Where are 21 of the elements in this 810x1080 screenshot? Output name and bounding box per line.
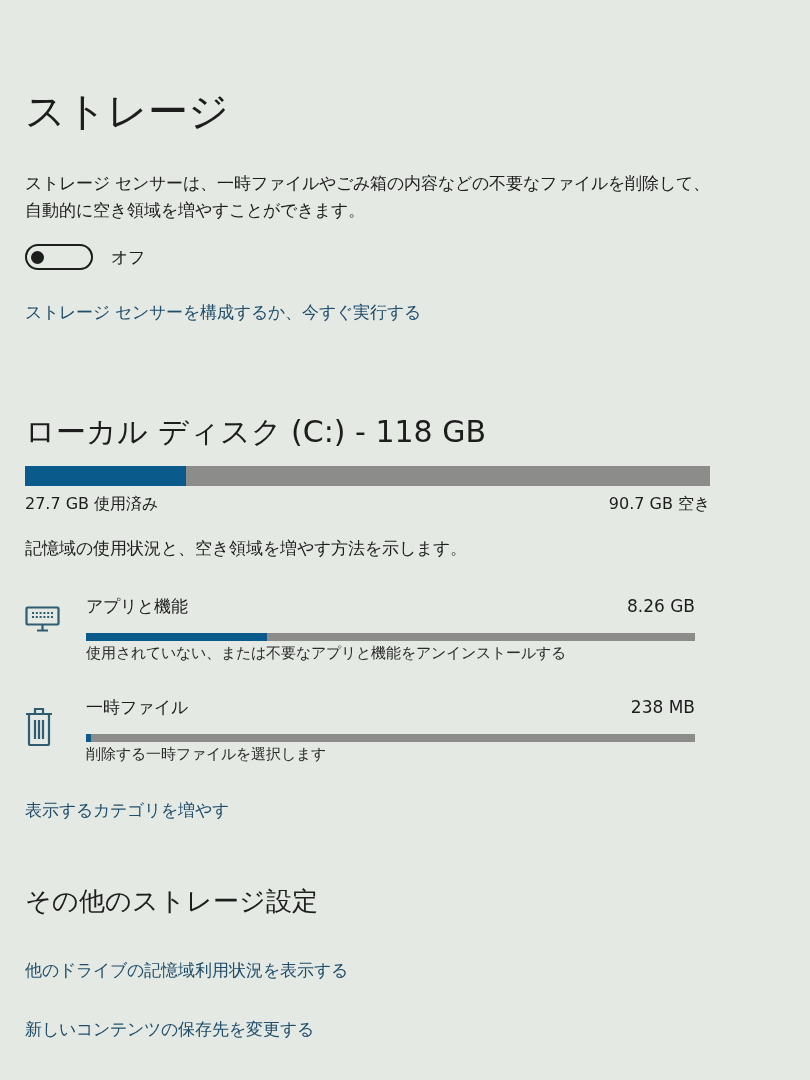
configure-storage-sense-link[interactable]: ストレージ センサーを構成するか、今すぐ実行する <box>25 300 422 324</box>
monitor-icon <box>25 606 60 632</box>
settings-link[interactable]: 他のドライブの記憶域利用状況を表示する <box>25 958 348 982</box>
storage-sense-description: ストレージ センサーは、一時ファイルやごみ箱の内容などの不要なファイルを削除して、自動的に空き領域を増やすことができます。 <box>25 172 712 222</box>
category-name[interactable]: アプリと機能 <box>86 594 188 618</box>
free-space-label: 90.7 GB 空き <box>608 493 710 515</box>
disk-description: 記憶域の使用状況と、空き領域を増やす方法を示します。 <box>25 537 468 560</box>
trash-icon <box>25 707 53 747</box>
toggle-label: オフ <box>111 246 145 269</box>
category-hint: 削除する一時ファイルを選択します <box>86 745 327 764</box>
category-hint: 使用されていない、または不要なアプリと機能をアンインストールする <box>86 644 567 663</box>
section-title: その他のストレージ設定 <box>25 885 319 918</box>
category-name[interactable]: 一時ファイル <box>86 695 188 719</box>
used-space-label: 27.7 GB 使用済み <box>25 493 159 515</box>
more-categories-link[interactable]: 表示するカテゴリを増やす <box>25 798 229 822</box>
disk-title: ローカル ディスク (C:) - 118 GB <box>25 413 488 451</box>
category-size: 8.26 GB <box>626 595 695 618</box>
toggle-switch[interactable] <box>25 244 93 270</box>
page-title: ストレージ <box>25 87 230 136</box>
settings-link[interactable]: 新しいコンテンツの保存先を変更する <box>25 1017 314 1041</box>
category-size: 238 MB <box>630 696 695 719</box>
